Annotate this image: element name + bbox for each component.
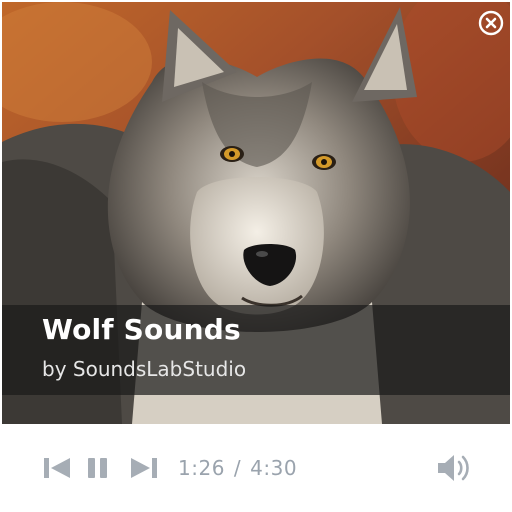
volume-icon xyxy=(438,455,469,481)
track-title: Wolf Sounds xyxy=(42,313,241,346)
skip-previous-icon xyxy=(44,458,70,478)
track-artist: by SoundsLabStudio xyxy=(42,357,247,381)
audio-player-card: Wolf Sounds by SoundsLabStudio 1:26 / 4:30 xyxy=(0,0,512,512)
previous-track-button[interactable] xyxy=(44,458,70,478)
time-separator: / xyxy=(233,456,242,480)
track-info-overlay: Wolf Sounds by SoundsLabStudio xyxy=(2,305,510,395)
next-track-button[interactable] xyxy=(131,458,157,478)
skip-next-icon xyxy=(131,458,157,478)
current-time: 1:26 xyxy=(178,456,225,480)
track-duration: 4:30 xyxy=(250,456,298,480)
volume-button[interactable] xyxy=(436,452,472,484)
pause-button[interactable] xyxy=(87,458,109,478)
close-circle-icon xyxy=(478,10,504,36)
playback-time: 1:26 / 4:30 xyxy=(178,456,297,480)
player-controls: 1:26 / 4:30 xyxy=(0,424,512,512)
close-button[interactable] xyxy=(478,10,504,36)
pause-icon xyxy=(88,458,107,478)
